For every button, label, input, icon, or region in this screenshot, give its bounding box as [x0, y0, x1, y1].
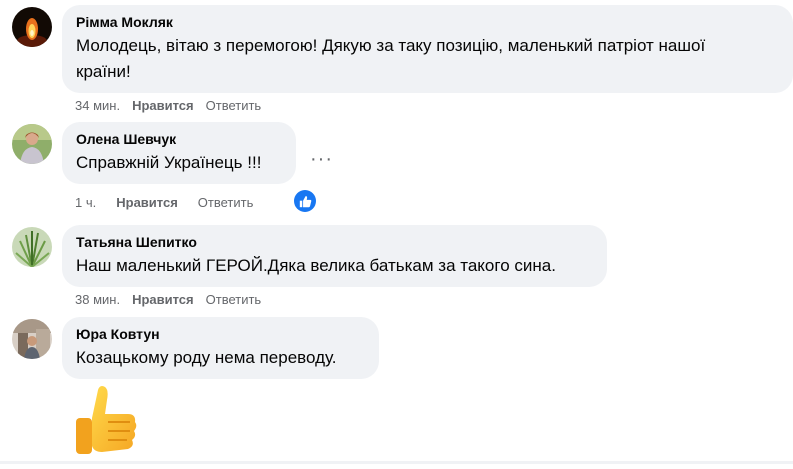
avatar[interactable] [12, 124, 52, 164]
comment-actions: 38 мин. Нравится Ответить [75, 289, 273, 309]
comment-text: Справжній Українець !!! [76, 153, 262, 172]
like-button[interactable]: Нравится [132, 98, 194, 113]
thumbs-up-sticker-icon [72, 384, 144, 469]
comment-time[interactable]: 34 мин. [75, 98, 120, 113]
comment-bubble: Татьяна Шепитко Наш маленький ГЕРОЙ.Дяка… [62, 225, 607, 287]
reply-button[interactable]: Ответить [206, 292, 262, 307]
comment-actions: 34 мин. Нравится Ответить [75, 95, 273, 115]
comment-text-line: країни! [76, 62, 131, 81]
avatar[interactable] [12, 7, 52, 47]
comment-author[interactable]: Татьяна Шепитко [76, 233, 593, 251]
comment-time[interactable]: 38 мин. [75, 292, 120, 307]
comment-author[interactable]: Юра Ковтун [76, 325, 365, 343]
comment-bubble: Рімма Мокляк Молодець, вітаю з перемогою… [62, 5, 793, 93]
comment-author[interactable]: Олена Шевчук [76, 130, 282, 148]
comment-bubble: Олена Шевчук Справжній Українець !!! [62, 122, 296, 184]
comment-actions: 1 ч. Нравится Ответить [75, 192, 265, 212]
comment-time[interactable]: 1 ч. [75, 195, 96, 210]
avatar[interactable] [12, 319, 52, 359]
comment-text: Козацькому роду нема переводу. [76, 348, 337, 367]
avatar[interactable] [12, 227, 52, 267]
comment-bubble: Юра Ковтун Козацькому роду нема переводу… [62, 317, 379, 379]
like-reaction-icon[interactable] [294, 190, 316, 212]
more-options-icon[interactable]: ··· [310, 148, 333, 171]
comment-text-line: Молодець, вітаю з перемогою! Дякую за та… [76, 36, 706, 55]
reply-button[interactable]: Ответить [198, 195, 254, 210]
like-button[interactable]: Нравится [116, 195, 178, 210]
comment-text: Наш маленький ГЕРОЙ.Дяка велика батькам … [76, 256, 556, 275]
reply-button[interactable]: Ответить [206, 98, 262, 113]
comment-text: Молодець, вітаю з перемогою! Дякую за та… [76, 33, 779, 85]
comment-author[interactable]: Рімма Мокляк [76, 13, 779, 31]
like-button[interactable]: Нравится [132, 292, 194, 307]
